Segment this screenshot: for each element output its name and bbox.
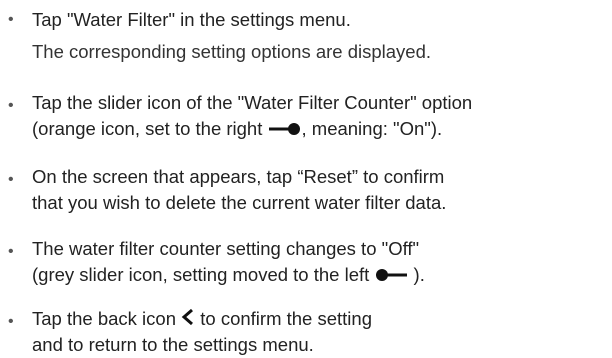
bullet: • <box>8 243 14 260</box>
step-fragment: to confirm the setting <box>195 308 372 329</box>
step-text: The water filter counter setting changes… <box>32 236 425 288</box>
step-line: On the screen that appears, tap “Reset” … <box>32 166 445 187</box>
slider-left-icon <box>374 263 408 289</box>
step-line: Tap the back icon to confirm the setting <box>32 306 372 332</box>
bullet: • <box>8 11 14 28</box>
step-fragment: , meaning: "On"). <box>301 118 443 139</box>
step-text: On the screen that appears, tap “Reset” … <box>32 164 446 216</box>
slider-right-icon <box>268 117 302 143</box>
step-fragment: (grey slider icon, setting moved to the … <box>32 264 375 285</box>
step-text: Tap the slider icon of the "Water Filter… <box>32 90 472 142</box>
bullet: • <box>8 313 14 330</box>
step-line: and to return to the settings menu. <box>32 334 314 355</box>
step-fragment: Tap the back icon <box>32 308 182 329</box>
step-line: (grey slider icon, setting moved to the … <box>32 262 425 288</box>
step-line: Tap the slider icon of the "Water Filter… <box>32 92 473 113</box>
step-text: Tap the back icon to confirm the setting… <box>32 306 372 358</box>
step-line: (orange icon, set to the right , meaning… <box>32 116 472 142</box>
instruction-list: • Tap "Water Filter" in the settings men… <box>0 0 612 356</box>
step-fragment: (orange icon, set to the right <box>32 118 268 139</box>
step-line: Tap "Water Filter" in the settings menu. <box>32 9 351 30</box>
step-result-line: The corresponding setting options are di… <box>32 41 432 62</box>
step-text: Tap "Water Filter" in the settings menu.… <box>32 4 431 68</box>
bullet: • <box>8 171 14 188</box>
bullet: • <box>8 97 14 114</box>
chevron-left-icon <box>181 307 195 333</box>
step-line: The water filter counter setting changes… <box>32 238 420 259</box>
step-line: that you wish to delete the current wate… <box>32 192 447 213</box>
step-fragment: ). <box>408 264 425 285</box>
